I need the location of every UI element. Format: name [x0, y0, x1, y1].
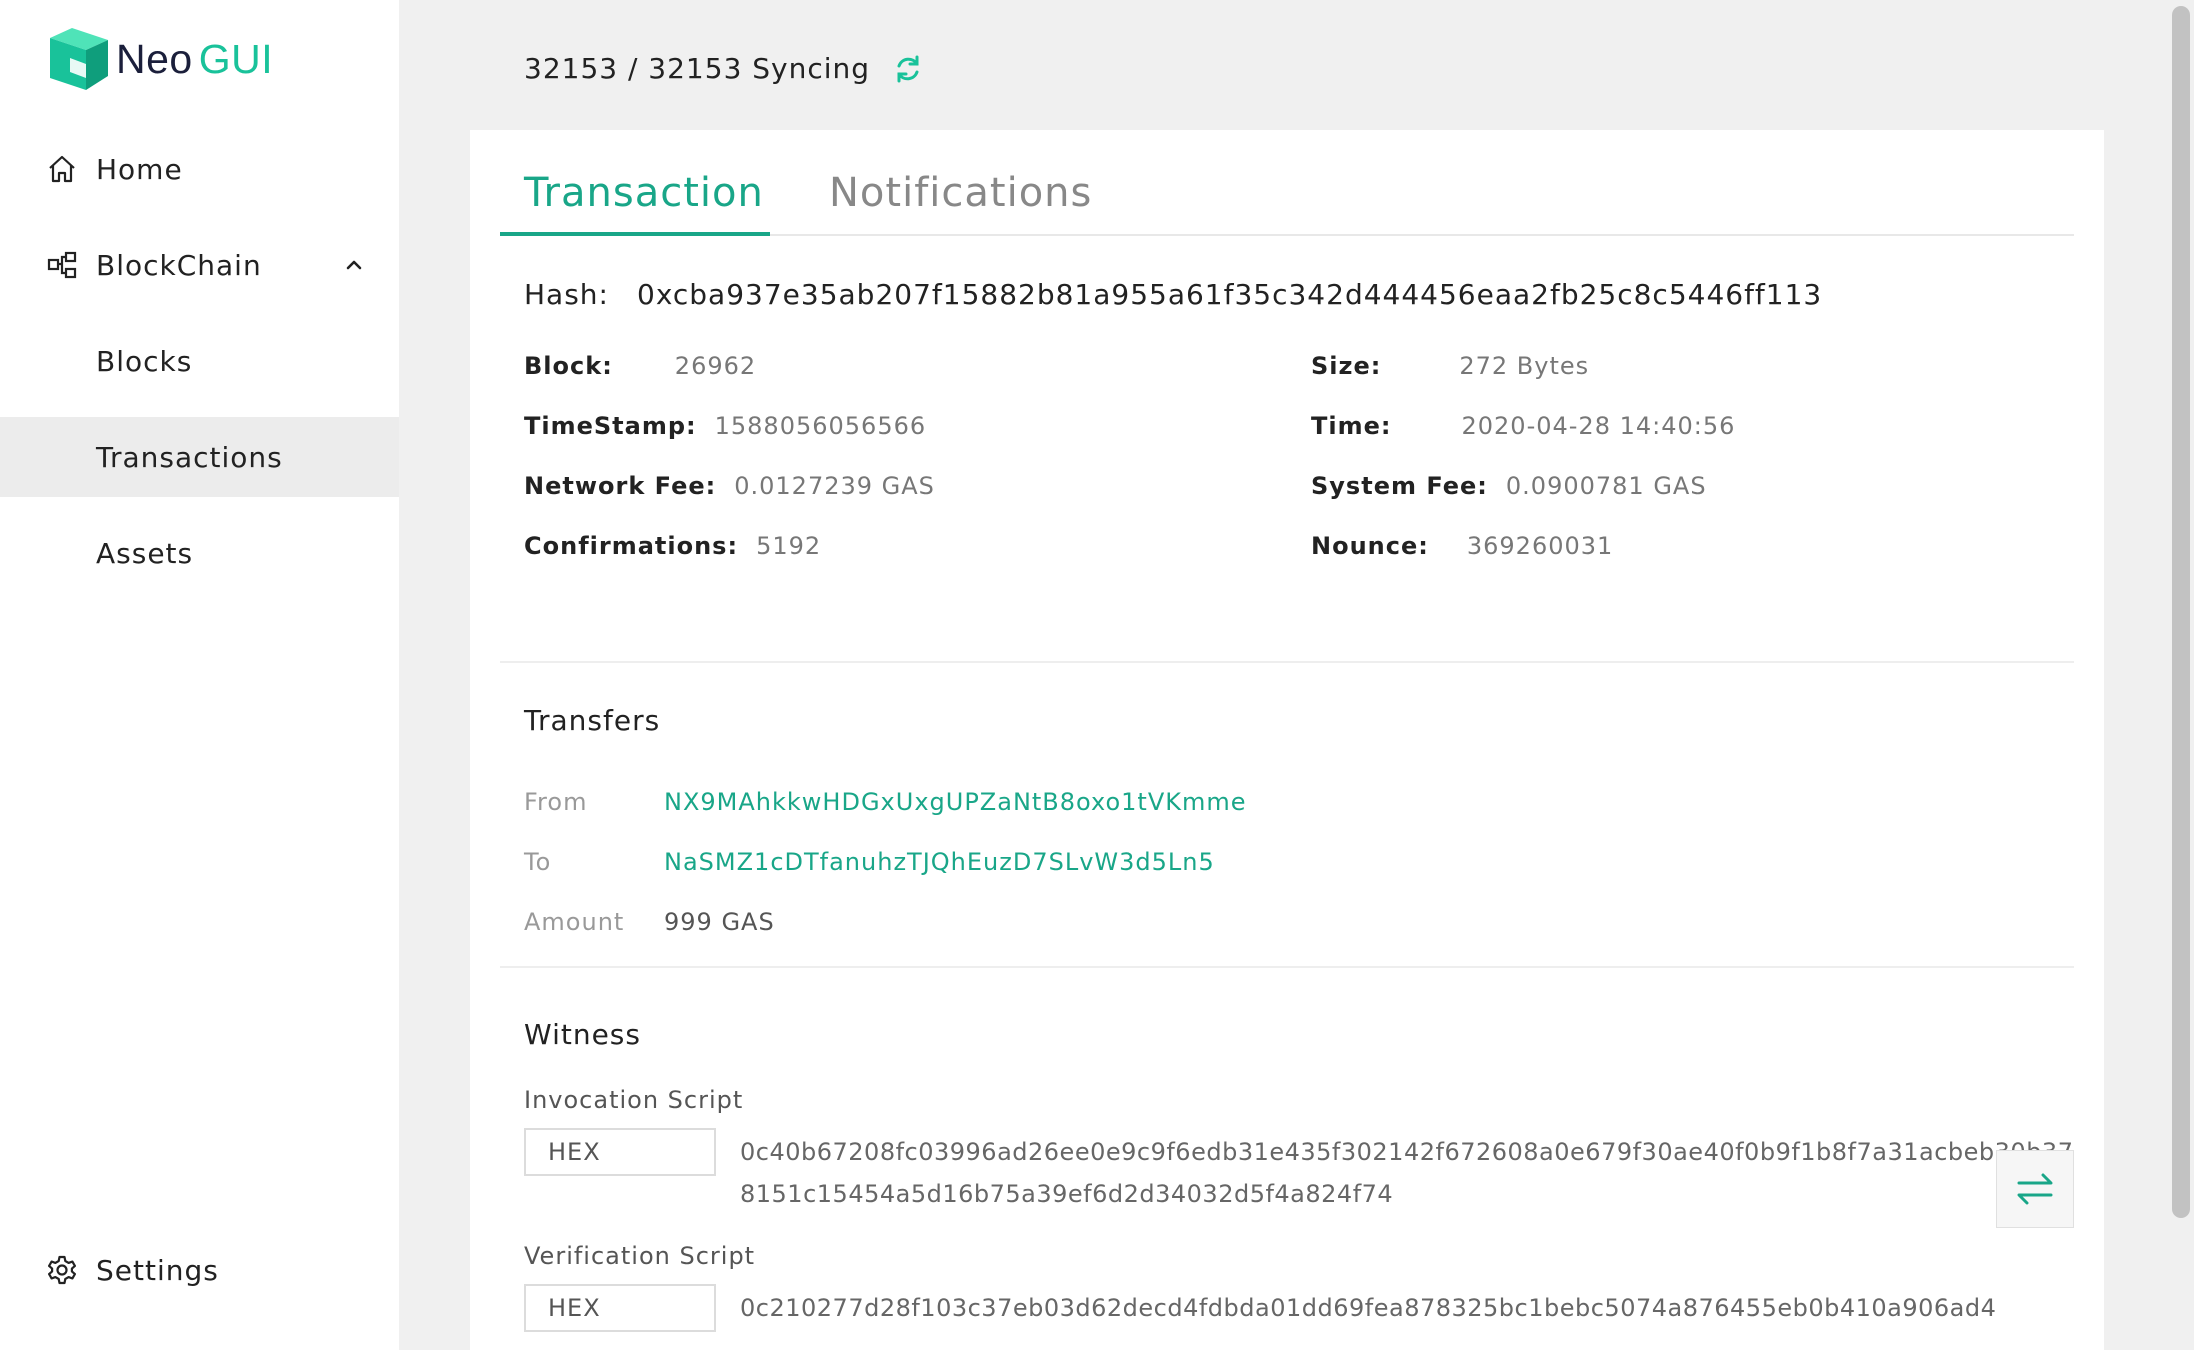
- sidebar-item-label: Settings: [96, 1253, 219, 1287]
- tab-notifications[interactable]: Notifications: [829, 170, 1092, 216]
- sync-status: 32153 / 32153 Syncing: [524, 52, 924, 85]
- amount-value: 999 GAS: [664, 908, 775, 936]
- timestamp-field: TimeStamp: 1588056056566: [524, 412, 926, 440]
- sidebar-item-transactions[interactable]: Transactions: [0, 417, 399, 497]
- scrollbar-thumb[interactable]: [2172, 6, 2190, 1218]
- refresh-icon[interactable]: [892, 53, 924, 85]
- confirmations-field: Confirmations: 5192: [524, 532, 821, 560]
- neo-logo-icon: [50, 28, 108, 90]
- verification-format-select[interactable]: HEX: [524, 1284, 716, 1332]
- nounce-value: 369260031: [1466, 532, 1614, 560]
- home-icon: [49, 155, 75, 183]
- sidebar-item-assets[interactable]: Assets: [0, 513, 399, 593]
- block-value: 26962: [674, 352, 757, 380]
- app-logo[interactable]: Neo GUI: [50, 28, 273, 90]
- swap-arrows-icon: [2017, 1173, 2053, 1205]
- invocation-script-value: 0c40b67208fc03996ad26ee0e9c9f6edb31e435f…: [740, 1138, 2074, 1208]
- sidebar: Neo GUI Home BlockChain Blocks Transactio…: [0, 0, 399, 1350]
- scrollbar[interactable]: [2168, 0, 2194, 1350]
- system-fee-value: 0.0900781 GAS: [1505, 472, 1707, 500]
- sidebar-item-label: Assets: [96, 536, 194, 570]
- tab-bar: Transaction Notifications: [500, 130, 2074, 236]
- transfer-amount-row: Amount 999 GAS: [524, 908, 775, 936]
- sidebar-item-label: BlockChain: [96, 248, 262, 282]
- block-field: Block: 26962: [524, 352, 756, 380]
- sync-status-text: 32153 / 32153 Syncing: [524, 52, 871, 85]
- network-fee-field: Network Fee: 0.0127239 GAS: [524, 472, 935, 500]
- hash-value: 0xcba937e35ab207f15882b81a955a61f35c342d…: [637, 278, 1823, 311]
- confirmations-label: Confirmations:: [524, 532, 739, 560]
- network-fee-label: Network Fee:: [524, 472, 717, 500]
- time-field: Time: 2020-04-28 14:40:56: [1311, 412, 1735, 440]
- divider: [500, 661, 2074, 663]
- hash-row: Hash: 0xcba937e35ab207f15882b81a955a61f3…: [524, 278, 1822, 311]
- nounce-field: Nounce: 369260031: [1311, 532, 1613, 560]
- divider: [500, 966, 2074, 968]
- size-field: Size: 272 Bytes: [1311, 352, 1589, 380]
- transfers-title: Transfers: [524, 704, 661, 737]
- size-label: Size:: [1311, 352, 1382, 380]
- sidebar-item-blockchain[interactable]: BlockChain: [0, 225, 399, 305]
- time-label: Time:: [1311, 412, 1392, 440]
- sidebar-item-label: Home: [96, 152, 183, 186]
- verification-script-label: Verification Script: [524, 1242, 756, 1270]
- sidebar-item-label: Transactions: [96, 440, 283, 474]
- transfer-from-row: From NX9MAhkkwHDGxUxgUPZaNtB8oxo1tVKmme: [524, 788, 1247, 816]
- sidebar-item-home[interactable]: Home: [0, 129, 399, 209]
- active-tab-indicator: [500, 232, 770, 236]
- transfer-to-row: To NaSMZ1cDTfanuhzTJQhEuzD7SLvW3d5Ln5: [524, 848, 1215, 876]
- time-value: 2020-04-28 14:40:56: [1461, 412, 1736, 440]
- transaction-detail-panel: Transaction Notifications Hash: 0xcba937…: [470, 130, 2104, 1350]
- hash-label: Hash:: [524, 278, 609, 311]
- to-label: To: [524, 848, 552, 876]
- tab-transaction[interactable]: Transaction: [524, 170, 764, 216]
- timestamp-label: TimeStamp:: [524, 412, 697, 440]
- sidebar-item-settings[interactable]: Settings: [0, 1230, 399, 1310]
- amount-label: Amount: [524, 908, 625, 936]
- size-value: 272 Bytes: [1459, 352, 1590, 380]
- logo-text: Neo GUI: [116, 35, 274, 82]
- from-address-link[interactable]: NX9MAhkkwHDGxUxgUPZaNtB8oxo1tVKmme: [664, 788, 1247, 816]
- invocation-script-label: Invocation Script: [524, 1086, 744, 1114]
- system-fee-label: System Fee:: [1311, 472, 1488, 500]
- invocation-format-select[interactable]: HEX: [524, 1128, 716, 1176]
- swap-button[interactable]: [1996, 1150, 2074, 1228]
- confirmations-value: 5192: [756, 532, 822, 560]
- network-fee-value: 0.0127239 GAS: [734, 472, 935, 500]
- gear-icon: [48, 1255, 76, 1285]
- blockchain-icon: [47, 251, 77, 279]
- timestamp-value: 1588056056566: [714, 412, 927, 440]
- to-address-link[interactable]: NaSMZ1cDTfanuhzTJQhEuzD7SLvW3d5Ln5: [664, 848, 1215, 876]
- from-label: From: [524, 788, 588, 816]
- chevron-up-icon[interactable]: [343, 254, 365, 276]
- verification-script-value: 0c210277d28f103c37eb03d62decd4fdbda01dd6…: [740, 1294, 1997, 1322]
- witness-title: Witness: [524, 1018, 641, 1051]
- system-fee-field: System Fee: 0.0900781 GAS: [1311, 472, 1707, 500]
- block-label: Block:: [524, 352, 613, 380]
- sidebar-item-blocks[interactable]: Blocks: [0, 321, 399, 401]
- sidebar-item-label: Blocks: [96, 344, 193, 378]
- nounce-label: Nounce:: [1311, 532, 1429, 560]
